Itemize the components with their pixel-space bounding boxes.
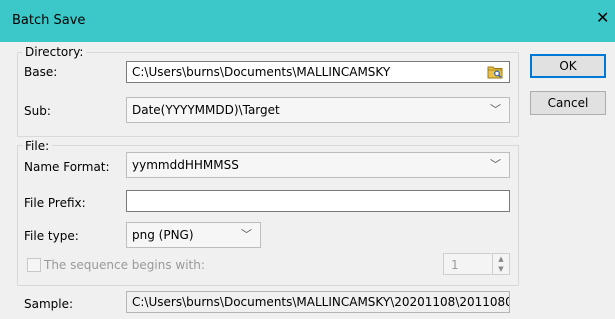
file-prefix-input[interactable]: [126, 190, 510, 212]
file-group-label: File:: [22, 139, 53, 153]
ok-label: OK: [559, 59, 577, 73]
file-type-dropdown[interactable]: png (PNG) ﹀: [126, 222, 261, 248]
chevron-down-icon: ﹀: [490, 103, 501, 116]
title-bar: Batch Save ✕: [0, 0, 615, 42]
chevron-down-icon: ﹀: [490, 158, 501, 171]
file-prefix-label: File Prefix:: [24, 196, 86, 210]
window-title: Batch Save: [12, 13, 86, 28]
cancel-label: Cancel: [547, 96, 589, 110]
file-type-value: png (PNG): [132, 228, 194, 242]
sub-label: Sub:: [24, 104, 51, 118]
directory-group-label: Directory:: [22, 45, 87, 59]
sample-field: C:\Users\burns\Documents\MALLINCAMSKY\20…: [126, 291, 510, 313]
ok-button[interactable]: OK: [530, 54, 606, 78]
sample-value: C:\Users\burns\Documents\MALLINCAMSKY\20…: [132, 295, 510, 309]
name-format-value: yymmddHHMMSS: [132, 158, 239, 172]
base-path-field[interactable]: C:\Users\burns\Documents\MALLINCAMSKY: [126, 61, 510, 83]
cancel-button[interactable]: Cancel: [530, 91, 606, 115]
sub-dropdown-value: Date(YYYYMMDD)\Target: [132, 103, 280, 117]
sub-dropdown[interactable]: Date(YYYYMMDD)\Target ﹀: [126, 97, 510, 123]
sequence-spinner[interactable]: 1 ▲ ▼: [443, 253, 510, 275]
sequence-checkbox[interactable]: [27, 258, 41, 272]
name-format-label: Name Format:: [24, 160, 110, 174]
chevron-down-icon: ﹀: [241, 228, 252, 241]
spinner-arrows-icon[interactable]: ▲ ▼: [492, 254, 509, 274]
name-format-dropdown[interactable]: yymmddHHMMSS ﹀: [126, 152, 510, 178]
sample-label: Sample:: [24, 297, 74, 311]
base-path-value: C:\Users\burns\Documents\MALLINCAMSKY: [132, 65, 391, 79]
sequence-label: The sequence begins with:: [44, 258, 205, 272]
close-icon[interactable]: ✕: [596, 10, 609, 26]
browse-folder-icon[interactable]: [487, 65, 503, 79]
sequence-value: 1: [451, 258, 459, 272]
base-label: Base:: [24, 65, 58, 79]
file-type-label: File type:: [24, 229, 79, 243]
